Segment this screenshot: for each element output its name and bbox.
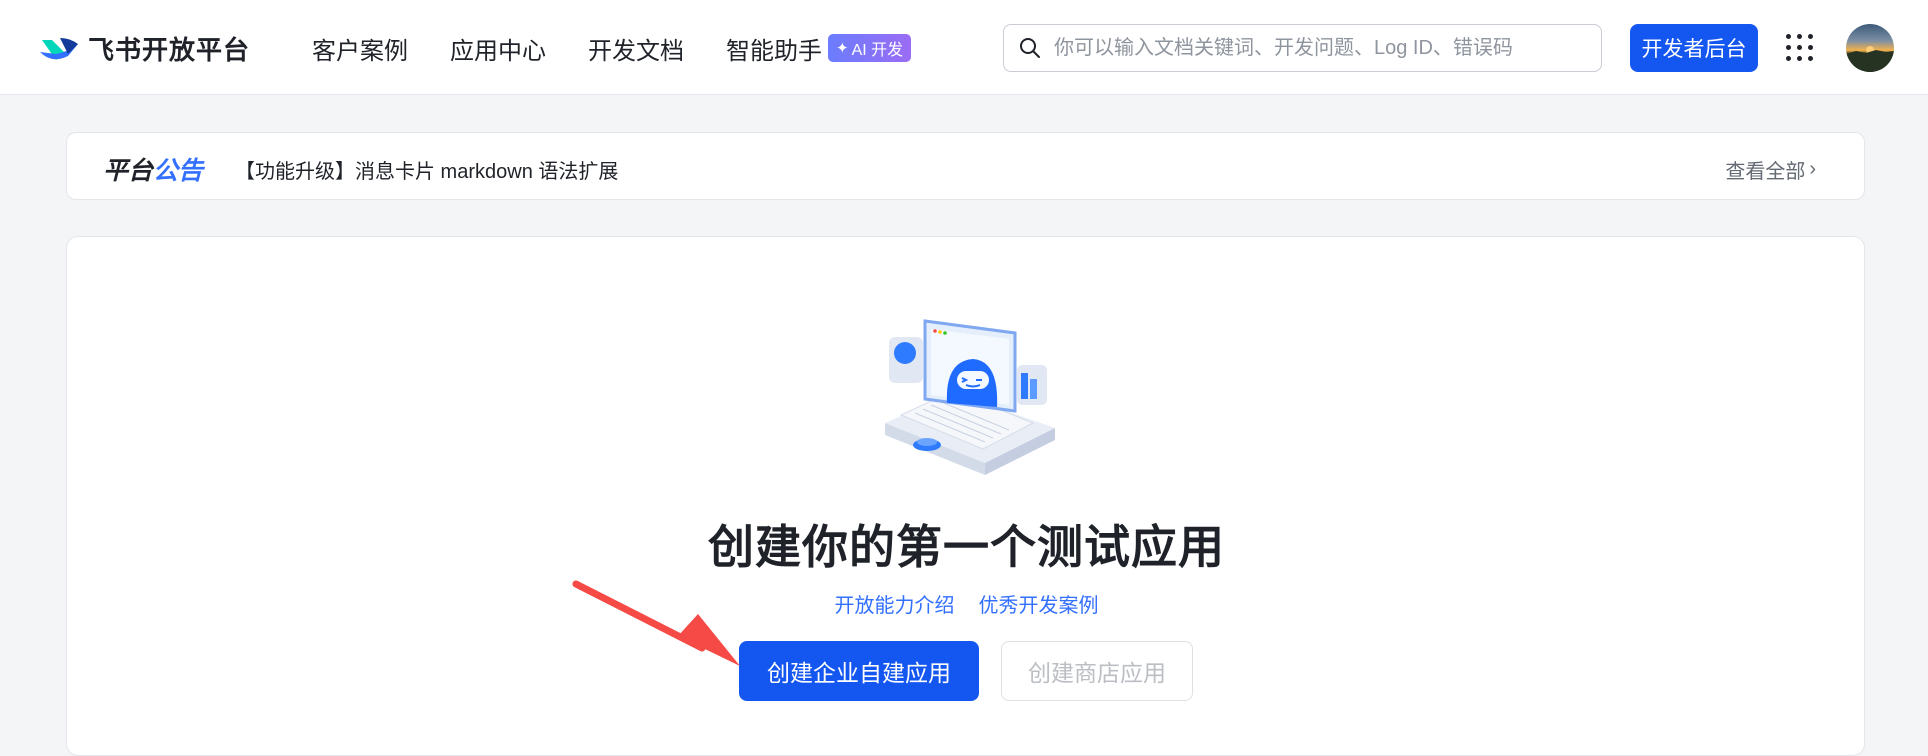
create-app-card: 创建你的第一个测试应用 开放能力介绍 优秀开发案例 创建企业自建应用 创建商店应… [66,236,1865,756]
red-arrow-pointer [572,580,740,666]
feishu-logo[interactable]: 飞书开放平台 [38,28,250,68]
create-store-app-button[interactable]: 创建商店应用 [1001,641,1193,701]
announcement-link[interactable]: 【功能升级】消息卡片 markdown 语法扩展 [235,155,618,184]
developer-console-button[interactable]: 开发者后台 [1630,24,1758,72]
helper-links: 开放能力介绍 优秀开发案例 [67,589,1866,618]
grid-dots-icon[interactable] [1786,34,1814,62]
announcement-title-part1: 平台 [103,157,154,185]
main-nav: 客户案例 应用中心 开发文档 智能助手 ✦ AI 开发 [312,28,953,68]
chevron-right-icon: › [1809,158,1816,180]
nav-app-center[interactable]: 应用中心 [450,31,546,66]
search-input[interactable] [1054,36,1574,60]
top-header: 飞书开放平台 客户案例 应用中心 开发文档 智能助手 ✦ AI 开发 开发者后台 [0,0,1928,95]
sparkle-icon: ✦ [836,40,849,57]
view-all-label: 查看全部 [1725,161,1806,183]
search-box[interactable] [1003,24,1602,72]
avatar-landscape-icon [1846,46,1894,72]
view-all-link[interactable]: 查看全部 › [1725,155,1816,184]
feishu-logo-icon [40,38,78,60]
page-headline: 创建你的第一个测试应用 [708,521,1225,573]
excellent-cases-link[interactable]: 优秀开发案例 [979,589,1099,618]
announcement-title: 平台公告 [103,151,203,187]
logo-text: 飞书开放平台 [88,34,251,65]
nav-smart-assistant[interactable]: 智能助手 ✦ AI 开发 [726,31,912,66]
nav-smart-assistant-label: 智能助手 [726,37,822,65]
nav-customer-cases[interactable]: 客户案例 [312,31,408,66]
announcement-bar: 平台公告 【功能升级】消息卡片 markdown 语法扩展 查看全部 › [66,132,1865,200]
open-capabilities-link[interactable]: 开放能力介绍 [835,589,955,618]
ai-dev-badge: ✦ AI 开发 [828,34,912,62]
create-enterprise-app-button[interactable]: 创建企业自建应用 [739,641,979,701]
robot-laptop-illustration [885,319,1055,475]
search-icon [1020,38,1040,58]
ai-badge-label: AI 开发 [851,42,904,59]
user-avatar[interactable] [1846,24,1894,72]
nav-dev-docs[interactable]: 开发文档 [588,31,684,66]
announcement-title-part2: 公告 [153,157,204,185]
